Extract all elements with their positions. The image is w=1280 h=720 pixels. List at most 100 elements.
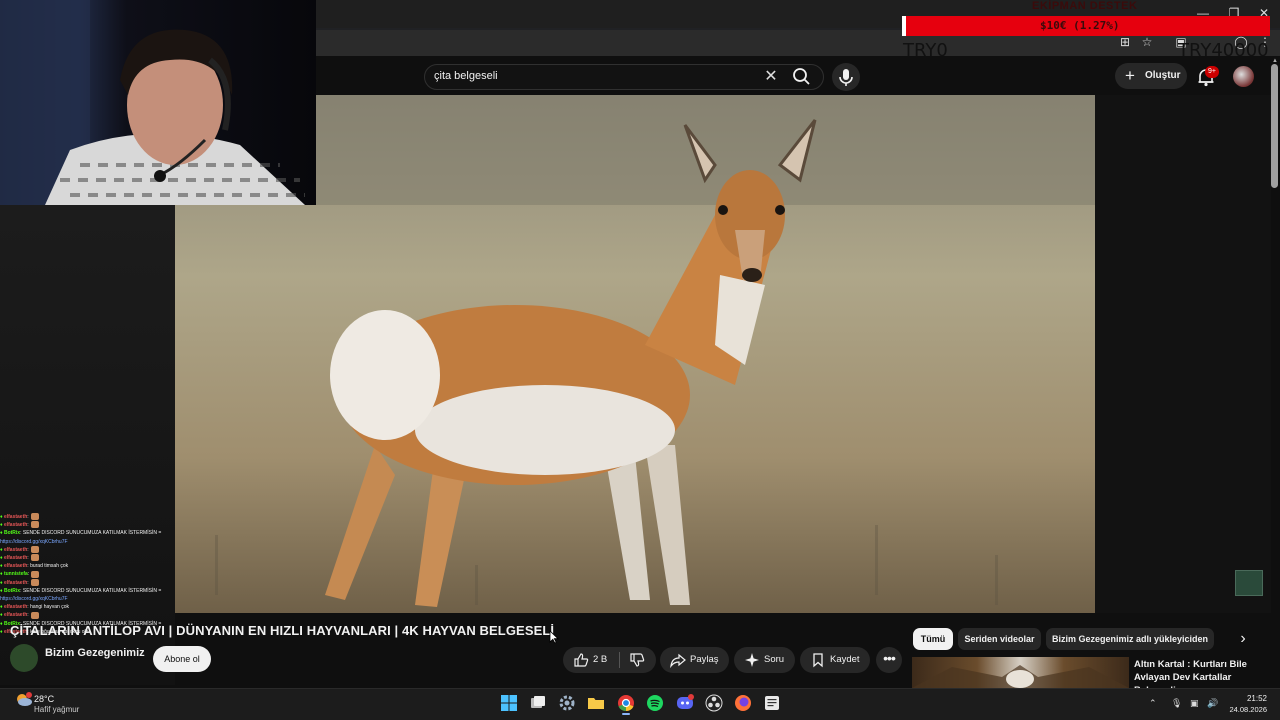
chat-username: tunnistefa [3, 571, 28, 578]
channel-avatar[interactable] [10, 644, 38, 672]
create-button[interactable]: + Oluştur [1115, 63, 1187, 89]
windows-taskbar [0, 688, 1280, 720]
chat-text: : [27, 612, 29, 619]
channel-watermark[interactable] [1235, 570, 1263, 596]
start-windows-icon[interactable] [500, 694, 518, 712]
notepad-icon[interactable] [763, 694, 781, 712]
task-view-icon[interactable] [529, 694, 547, 712]
clock-date[interactable]: 24.08.2026 [1226, 705, 1267, 714]
like-dislike-group: 2 B [563, 647, 656, 673]
donation-goal-amount: TRY40000 [1178, 40, 1269, 61]
ask-button[interactable]: Soru [734, 647, 795, 673]
more-options-icon[interactable]: ••• [876, 647, 902, 673]
thumbs-up-icon [574, 653, 589, 667]
chat-username: elfastaeth [3, 555, 28, 562]
share-button[interactable]: Paylaş [660, 647, 729, 673]
save-label: Kaydet [830, 654, 860, 665]
chat-text: : [27, 522, 29, 529]
chat-text: : hangi hayvan çok [27, 604, 69, 611]
settings-gear-icon[interactable] [558, 694, 576, 712]
chat-username: elfastaeth [3, 522, 28, 529]
mouse-cursor-icon [549, 630, 559, 644]
chat-emote-icon [30, 611, 39, 619]
chat-message: ♦ BotRix: SENDE DISCORD SUNUCUMUZA KATIL… [0, 529, 178, 537]
search-icon[interactable] [790, 66, 814, 88]
microphone-icon[interactable] [832, 63, 860, 91]
chip-all[interactable]: Tümü [913, 628, 953, 650]
chat-username: BotRix [3, 587, 21, 594]
chat-username: BotRix [3, 530, 21, 537]
dislike-button[interactable] [620, 647, 656, 673]
channel-name[interactable]: Bizim Gezegenimiz [45, 647, 145, 659]
chat-text: : [27, 579, 29, 586]
chat-message: ♦ elfastaeth: burad timsah çok [0, 562, 178, 570]
chat-text: : burad timsah çok [27, 563, 69, 570]
like-divider [619, 652, 620, 668]
chrome-icon[interactable] [617, 694, 635, 712]
chat-emote-icon [30, 545, 39, 553]
chat-message: ♦ elfastaeth: [0, 513, 178, 521]
like-button[interactable]: 2 B [563, 647, 619, 673]
chat-text: : [27, 546, 29, 553]
search-query-text: çita belgeseli [434, 70, 498, 82]
chat-message: ♦ tunnistefa: [0, 570, 178, 578]
weather-description: Hafif yağmur [34, 705, 80, 714]
chrome-active-indicator [622, 713, 630, 715]
chat-emote-icon [30, 578, 39, 586]
donation-progress-text: $10€ (1.27%) [1040, 19, 1120, 32]
spotify-icon[interactable] [646, 694, 664, 712]
discord-icon[interactable] [676, 694, 694, 712]
subscribe-button[interactable]: Abone ol [153, 646, 211, 672]
chevron-right-icon[interactable]: › [1234, 630, 1252, 648]
chat-message: ♦ elfastaeth: [0, 521, 178, 529]
volume-icon[interactable]: 🔊 [1207, 698, 1218, 709]
donation-current-amount: TRY0 [903, 40, 948, 61]
network-icon[interactable]: ▣ [1190, 698, 1199, 709]
recommendation-thumbnail[interactable] [912, 657, 1129, 688]
chat-text: : SENDE DISCORD SUNUCUMUZA KATILMAK İSTE… [20, 530, 162, 537]
donation-title: EKİPMAN DESTEK [1032, 0, 1138, 12]
chat-message: ♦ elfastaeth: [0, 554, 178, 562]
bookmark-icon [813, 653, 823, 668]
notification-badge: 9+ [1205, 66, 1219, 78]
chat-username: elfastaeth [3, 546, 28, 553]
save-button[interactable]: Kaydet [800, 647, 870, 673]
show-hidden-icons-icon[interactable]: ⌃ [1149, 698, 1157, 709]
page-scrollbar[interactable] [1271, 64, 1278, 188]
chat-text: : [27, 514, 29, 520]
plus-icon: + [1125, 66, 1135, 85]
chat-link[interactable]: https://discord.gg/xqKCbrhu7F [0, 538, 178, 546]
video-right-letterbox [1095, 95, 1271, 613]
chat-link[interactable]: https://discord.gg/xqKCbrhu7F [0, 595, 178, 603]
chat-username: elfastaeth [3, 604, 28, 611]
share-arrow-icon [670, 653, 686, 668]
sparkle-icon [745, 653, 759, 667]
video-title: ÇİTALARIN ANTİLOP AVI | DÜNYANIN EN HIZL… [10, 623, 555, 638]
microphone-tray-icon[interactable]: 🎙 [1171, 698, 1182, 709]
chat-username: elfastaeth [3, 612, 28, 619]
recommendation-title[interactable]: Altın Kartal : Kurtları Bile Avlayan Dev… [1134, 658, 1264, 688]
chat-text: : [27, 571, 30, 578]
clear-search-icon[interactable]: ✕ [760, 66, 782, 88]
share-label: Paylaş [690, 654, 719, 665]
chat-username: elfastaeth [3, 514, 28, 520]
ask-label: Soru [764, 654, 785, 665]
chat-message: ♦ elfastaeth: [0, 578, 178, 587]
chat-emote-icon [30, 513, 39, 521]
chat-emote-icon [31, 570, 40, 578]
clock-time[interactable]: 21:52 [1233, 694, 1267, 703]
weather-temperature: 28°C [34, 694, 55, 704]
chat-text: : [27, 555, 29, 562]
account-avatar[interactable] [1233, 66, 1254, 87]
chat-emote-icon [30, 554, 39, 562]
chip-series-videos[interactable]: Seriden videolar [958, 628, 1041, 650]
thumbs-down-icon [630, 653, 645, 667]
firefox-icon[interactable] [734, 694, 752, 712]
obs-icon[interactable] [705, 694, 723, 712]
file-explorer-icon[interactable] [587, 694, 605, 712]
chat-username: elfastaeth [3, 579, 28, 586]
streamer-webcam [0, 0, 316, 205]
chip-uploader-videos[interactable]: Bizim Gezegenimiz adlı yükleyiciden [1046, 628, 1214, 650]
chat-text: : SENDE DISCORD SUNUCUMUZA KATILMAK İSTE… [20, 587, 162, 594]
weather-rain-icon[interactable] [14, 692, 34, 710]
